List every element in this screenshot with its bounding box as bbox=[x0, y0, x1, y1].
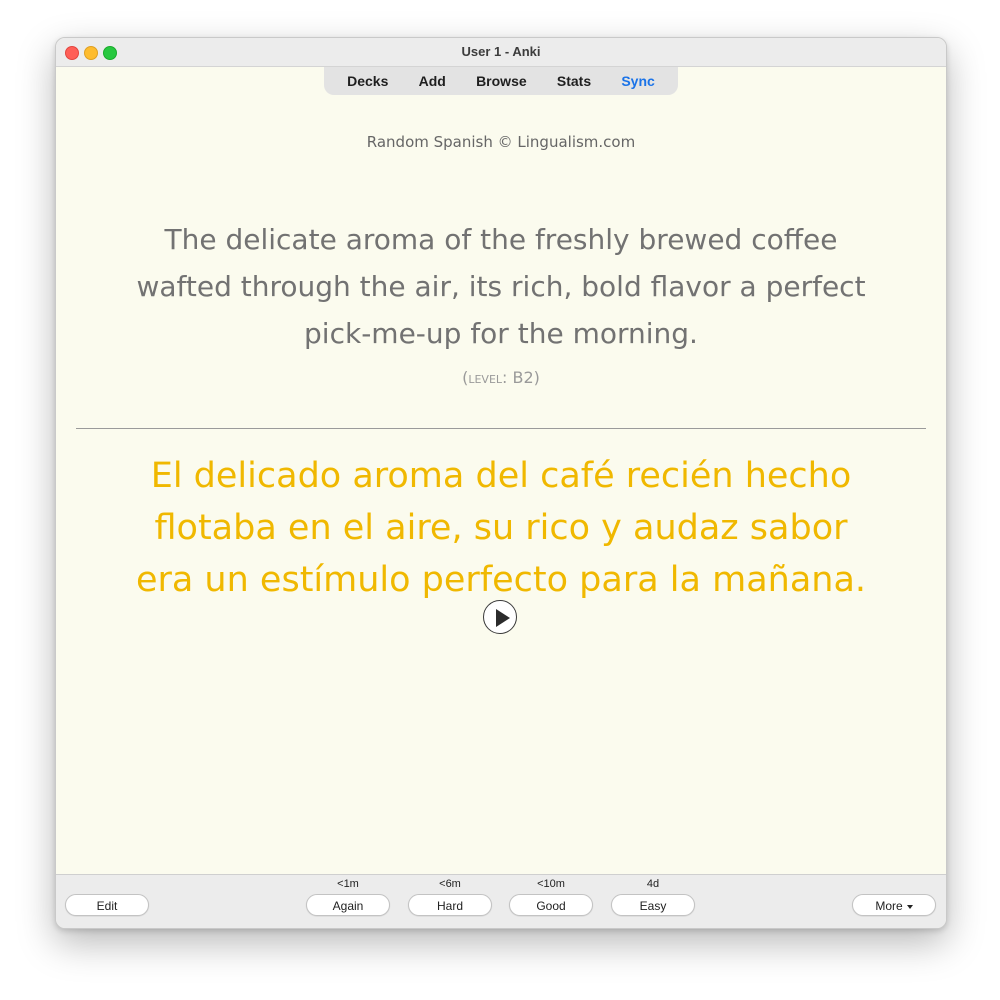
hard-button[interactable]: Hard bbox=[408, 894, 492, 916]
anki-window: User 1 - Anki Decks Add Browse Stats Syn… bbox=[55, 37, 947, 929]
main-toolbar: Decks Add Browse Stats Sync bbox=[324, 67, 678, 95]
toolbar-stats[interactable]: Stats bbox=[557, 73, 591, 89]
toolbar-sync[interactable]: Sync bbox=[621, 73, 654, 89]
card-attribution: Random Spanish © Lingualism.com bbox=[366, 133, 636, 151]
toolbar-browse[interactable]: Browse bbox=[476, 73, 527, 89]
english-line: wafted through the air, its rich, bold f… bbox=[136, 270, 866, 303]
again-due-label: <1m bbox=[337, 878, 359, 890]
hard-due-label: <6m bbox=[439, 878, 461, 890]
toolbar-add[interactable]: Add bbox=[419, 73, 446, 89]
english-sentence: The delicate aroma of the freshly brewed… bbox=[76, 216, 926, 357]
more-button-label: More bbox=[875, 899, 903, 913]
title-bar: User 1 - Anki bbox=[56, 38, 946, 67]
spanish-line: flotaba en el aire, su rico y audaz sabo… bbox=[154, 508, 848, 548]
spanish-sentence: El delicado aroma del café recién hecho … bbox=[66, 450, 936, 606]
spanish-line: El delicado aroma del café recién hecho bbox=[150, 456, 852, 496]
easy-due-label: 4d bbox=[646, 878, 660, 890]
spanish-line: era un estímulo perfecto para la mañana. bbox=[135, 560, 867, 600]
english-line: pick-me-up for the morning. bbox=[304, 317, 698, 350]
window-title: User 1 - Anki bbox=[461, 44, 541, 59]
english-line: The delicate aroma of the freshly brewed… bbox=[164, 223, 838, 256]
review-bottom-bar: Edit <1m Again <6m Hard <10m Good 4d Eas… bbox=[56, 874, 946, 928]
edit-button[interactable]: Edit bbox=[65, 894, 149, 916]
level-label: (level: B2) bbox=[462, 368, 540, 387]
more-button[interactable]: More bbox=[852, 894, 936, 916]
good-due-label: <10m bbox=[537, 878, 565, 890]
toolbar-decks[interactable]: Decks bbox=[347, 73, 388, 89]
answer-divider bbox=[76, 428, 926, 429]
chevron-down-icon bbox=[906, 904, 913, 909]
good-button[interactable]: Good bbox=[509, 894, 593, 916]
easy-button[interactable]: Easy bbox=[611, 894, 695, 916]
play-audio-button[interactable] bbox=[483, 600, 517, 634]
again-button[interactable]: Again bbox=[306, 894, 390, 916]
play-icon bbox=[496, 609, 510, 627]
